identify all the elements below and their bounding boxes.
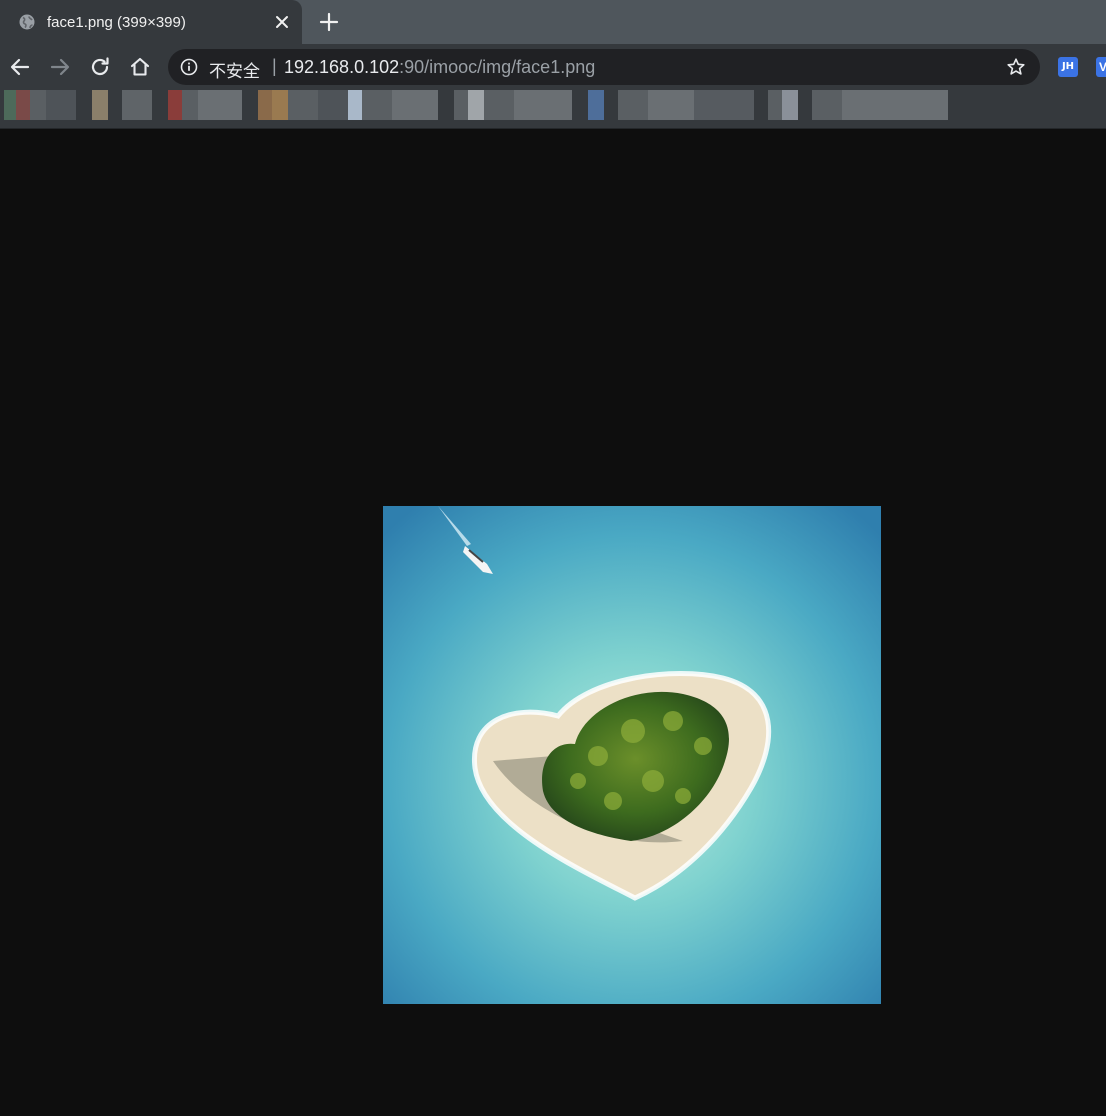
tab-title: face1.png (399×399) (47, 14, 186, 31)
address-bar[interactable]: 不安全 | 192.168.0.102:90/imooc/img/face1.p… (168, 49, 1040, 85)
star-icon[interactable] (1006, 57, 1026, 77)
url-host: 192.168.0.102 (284, 57, 400, 77)
plus-icon[interactable] (318, 11, 340, 33)
browser-toolbar: 不安全 | 192.168.0.102:90/imooc/img/face1.p… (0, 44, 1106, 90)
bookmarks-bar (0, 90, 1106, 129)
url-text[interactable]: 192.168.0.102:90/imooc/img/face1.png (284, 57, 595, 78)
url-separator: | (272, 56, 277, 76)
security-label[interactable]: 不安全 (209, 57, 260, 82)
info-icon[interactable] (180, 58, 198, 76)
arrow-right-icon[interactable] (48, 55, 72, 79)
reload-icon[interactable] (88, 55, 112, 79)
tab-active[interactable]: face1.png (399×399) (0, 0, 302, 44)
arrow-left-icon[interactable] (8, 55, 32, 79)
tab-strip: face1.png (399×399) (0, 0, 1106, 44)
jh-extension-icon[interactable]: JH (1058, 57, 1078, 77)
close-icon[interactable] (272, 12, 292, 32)
v-extension-icon[interactable]: V (1096, 57, 1106, 77)
globe-icon (19, 14, 35, 30)
url-path: :90/imooc/img/face1.png (399, 57, 596, 77)
heart-island-image[interactable] (383, 506, 881, 1004)
home-icon[interactable] (128, 55, 152, 79)
